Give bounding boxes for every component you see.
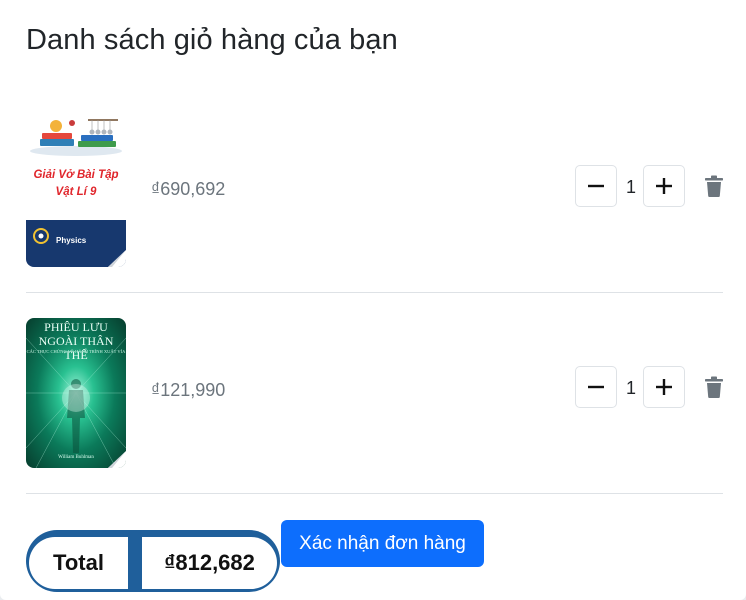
minus-icon <box>588 385 604 389</box>
increase-quantity-button[interactable] <box>643 165 685 207</box>
page-curl-icon <box>108 250 126 267</box>
cover-subtitle: CÁC THỰC CHỨNG VỀ HẢNH TRÌNH XUẤT VÍA <box>26 349 126 354</box>
cart-item: PHIÊU LƯU NGOÀI THÂN THỂ CÁC THỰC CHỨNG … <box>26 318 723 468</box>
quantity-value: 1 <box>625 378 636 398</box>
increase-quantity-button[interactable] <box>643 366 685 408</box>
divider <box>26 292 723 293</box>
minus-icon <box>588 184 604 188</box>
total-value: ₫812,682 <box>142 537 277 589</box>
cart-item: Giải Vở Bài Tập Vật Lí 9 Physics ₫690,69… <box>26 117 723 267</box>
cover-title: Giải Vở Bài Tập Vật Lí 9 <box>33 169 119 198</box>
divider <box>26 493 723 494</box>
confirm-order-button[interactable]: Xác nhận đơn hàng <box>281 520 484 567</box>
cover-illustration <box>30 119 122 156</box>
atom-logo-icon <box>33 228 49 244</box>
item-price: ₫690,692 <box>151 179 226 199</box>
cover-title: PHIÊU LƯU NGOÀI THÂN THỂ <box>38 320 114 362</box>
cart-card: Danh sách giỏ hàng của bạn Giải Vở Bài T… <box>0 0 746 600</box>
item-price: ₫121,990 <box>151 380 226 400</box>
decrease-quantity-button[interactable] <box>575 366 617 408</box>
page-curl-icon <box>108 451 126 468</box>
plus-icon <box>656 379 672 395</box>
trash-icon[interactable] <box>704 376 724 398</box>
plus-icon <box>656 178 672 194</box>
trash-icon[interactable] <box>704 175 724 197</box>
page-title: Danh sách giỏ hàng của bạn <box>26 24 398 56</box>
quantity-value: 1 <box>625 177 636 197</box>
book-cover-image[interactable]: PHIÊU LƯU NGOÀI THÂN THỂ CÁC THỰC CHỨNG … <box>26 318 126 468</box>
decrease-quantity-button[interactable] <box>575 165 617 207</box>
book-cover-image[interactable]: Giải Vở Bài Tập Vật Lí 9 Physics <box>26 117 126 267</box>
total-label: Total <box>29 537 128 589</box>
cover-subject: Physics <box>56 236 87 245</box>
